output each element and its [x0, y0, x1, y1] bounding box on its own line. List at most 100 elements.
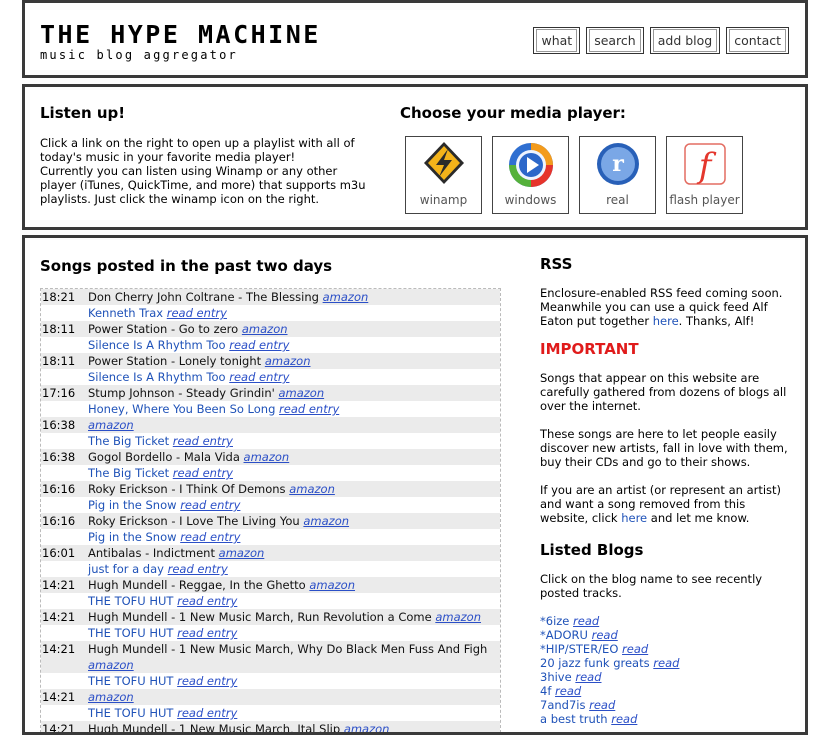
- nav-search-button[interactable]: search: [586, 27, 644, 54]
- nav-contact-button[interactable]: contact: [726, 27, 789, 54]
- blog-read-link[interactable]: read: [622, 642, 648, 656]
- removal-here-link[interactable]: here: [621, 511, 647, 525]
- song-title-cell: Power Station - Lonely tonight amazon: [88, 353, 500, 369]
- song-blog-row: Pig in the Snow read entry: [41, 529, 500, 545]
- amazon-link[interactable]: amazon: [323, 290, 369, 304]
- read-entry-link[interactable]: read entry: [279, 402, 339, 416]
- amazon-link[interactable]: amazon: [88, 418, 134, 432]
- song-title-cell: Hugh Mundell - Reggae, In the Ghetto ama…: [88, 577, 500, 593]
- blog-link[interactable]: THE TOFU HUT: [88, 674, 173, 688]
- song-blog-cell: Silence Is A Rhythm Too read entry: [41, 337, 500, 353]
- amazon-link[interactable]: amazon: [242, 322, 288, 336]
- song-title-row: 16:38 Gogol Bordello - Mala Vida amazon: [41, 449, 500, 465]
- song-blog-cell: Silence Is A Rhythm Too read entry: [41, 369, 500, 385]
- blog-read-link[interactable]: read: [653, 656, 679, 670]
- blog-link[interactable]: THE TOFU HUT: [88, 626, 173, 640]
- blog-name-link[interactable]: 20 jazz funk greats: [540, 656, 650, 670]
- song-title-row: 16:16 Roky Erickson - I Love The Living Y…: [41, 513, 500, 529]
- amazon-link[interactable]: amazon: [88, 690, 134, 704]
- nav-add-blog-button[interactable]: add blog: [649, 27, 721, 54]
- amazon-link[interactable]: amazon: [219, 546, 265, 560]
- blog-name-link[interactable]: 7and7is: [540, 698, 585, 712]
- amazon-link[interactable]: amazon: [303, 514, 349, 528]
- read-entry-link[interactable]: read entry: [177, 594, 237, 608]
- site-subtitle: music blog aggregator: [40, 48, 238, 62]
- blog-name-link[interactable]: *ADORU: [540, 628, 588, 642]
- amazon-link[interactable]: amazon: [244, 450, 290, 464]
- song-title-row: 14:21 Hugh Mundell - 1 New Music March, I…: [41, 721, 500, 732]
- flash-player-button[interactable]: f flash player: [666, 136, 743, 214]
- blog-link[interactable]: Honey, Where You Been So Long: [88, 402, 275, 416]
- blog-read-link[interactable]: read: [555, 684, 581, 698]
- windows-player-button[interactable]: windows: [492, 136, 569, 214]
- blog-read-link[interactable]: read: [592, 628, 618, 642]
- blog-link[interactable]: Pig in the Snow: [88, 530, 177, 544]
- song-blog-row: Pig in the Snow read entry: [41, 497, 500, 513]
- winamp-icon: [423, 142, 464, 184]
- blog-read-link[interactable]: read: [589, 698, 615, 712]
- amazon-link[interactable]: amazon: [309, 578, 355, 592]
- site-title[interactable]: THE HYPE MACHINE: [40, 21, 321, 49]
- read-entry-link[interactable]: read entry: [180, 498, 240, 512]
- song-title: Roky Erickson - I Think Of Demons: [88, 482, 286, 496]
- rss-here-link[interactable]: here: [653, 314, 679, 328]
- song-title: Roky Erickson - I Love The Living You: [88, 514, 300, 528]
- blog-link[interactable]: Silence Is A Rhythm Too: [88, 370, 226, 384]
- read-entry-link[interactable]: read entry: [177, 706, 237, 720]
- blog-link[interactable]: Pig in the Snow: [88, 498, 177, 512]
- song-entry: 14:21 Hugh Mundell - 1 New Music March, I…: [41, 721, 500, 732]
- blog-link[interactable]: Silence Is A Rhythm Too: [88, 338, 226, 352]
- blog-name-link[interactable]: *6ize: [540, 614, 569, 628]
- song-title-row: 16:16 Roky Erickson - I Think Of Demons a…: [41, 481, 500, 497]
- winamp-player-button[interactable]: winamp: [405, 136, 482, 214]
- blog-list-item: 7and7is read: [540, 698, 795, 712]
- read-entry-link[interactable]: read entry: [229, 370, 289, 384]
- read-entry-link[interactable]: read entry: [168, 562, 228, 576]
- amazon-link[interactable]: amazon: [344, 722, 390, 732]
- real-player-icon: r: [596, 143, 639, 185]
- song-title: Hugh Mundell - 1 New Music March, Why Do…: [88, 642, 488, 656]
- blog-read-link[interactable]: read: [575, 670, 601, 684]
- song-title-cell: amazon: [88, 689, 500, 705]
- song-entry: 14:21 Hugh Mundell - Reggae, In the Ghett…: [41, 577, 500, 609]
- blog-link[interactable]: The Big Ticket: [88, 466, 169, 480]
- read-entry-link[interactable]: read entry: [167, 306, 227, 320]
- song-blog-row: The Big Ticket read entry: [41, 433, 500, 449]
- blog-read-link[interactable]: read: [611, 712, 637, 726]
- sidebar: RSS Enclosure-enabled RSS feed coming so…: [540, 255, 795, 727]
- amazon-link[interactable]: amazon: [278, 386, 324, 400]
- nav-what-button[interactable]: what: [533, 27, 581, 54]
- read-entry-link[interactable]: read entry: [173, 434, 233, 448]
- song-time: 16:16: [42, 514, 76, 528]
- blog-name-link[interactable]: *HIP/STER/EO: [540, 642, 618, 656]
- amazon-link[interactable]: amazon: [265, 354, 311, 368]
- listen-title: Listen up!: [40, 104, 126, 122]
- song-time: 18:11: [42, 354, 76, 368]
- song-entry: 18:11 Power Station - Lonely tonight amaz…: [41, 353, 500, 385]
- real-player-button[interactable]: r real: [579, 136, 656, 214]
- song-title-cell: Gogol Bordello - Mala Vida amazon: [88, 449, 500, 465]
- amazon-link[interactable]: amazon: [289, 482, 335, 496]
- blog-name-link[interactable]: 3hive: [540, 670, 572, 684]
- blog-link[interactable]: THE TOFU HUT: [88, 594, 173, 608]
- read-entry-link[interactable]: read entry: [177, 626, 237, 640]
- blog-read-link[interactable]: read: [573, 614, 599, 628]
- song-title-row: 18:11 Power Station - Go to zero amazon: [41, 321, 500, 337]
- top-nav: what search add blog contact: [533, 27, 789, 54]
- blog-link[interactable]: Kenneth Trax: [88, 306, 163, 320]
- amazon-link[interactable]: amazon: [435, 610, 481, 624]
- blog-name-link[interactable]: 4f: [540, 684, 551, 698]
- blog-name-link[interactable]: a best truth: [540, 712, 608, 726]
- amazon-link[interactable]: amazon: [88, 658, 134, 672]
- song-entry: 16:38 Gogol Bordello - Mala Vida amazon Th…: [41, 449, 500, 481]
- read-entry-link[interactable]: read entry: [177, 674, 237, 688]
- rss-title: RSS: [540, 255, 573, 273]
- read-entry-link[interactable]: read entry: [229, 338, 289, 352]
- blog-link[interactable]: THE TOFU HUT: [88, 706, 173, 720]
- blog-link[interactable]: just for a day: [88, 562, 164, 576]
- read-entry-link[interactable]: read entry: [180, 530, 240, 544]
- song-entry: 14:21 Hugh Mundell - 1 New Music March, R…: [41, 609, 500, 641]
- blog-link[interactable]: The Big Ticket: [88, 434, 169, 448]
- song-blog-row: THE TOFU HUT read entry: [41, 705, 500, 721]
- read-entry-link[interactable]: read entry: [173, 466, 233, 480]
